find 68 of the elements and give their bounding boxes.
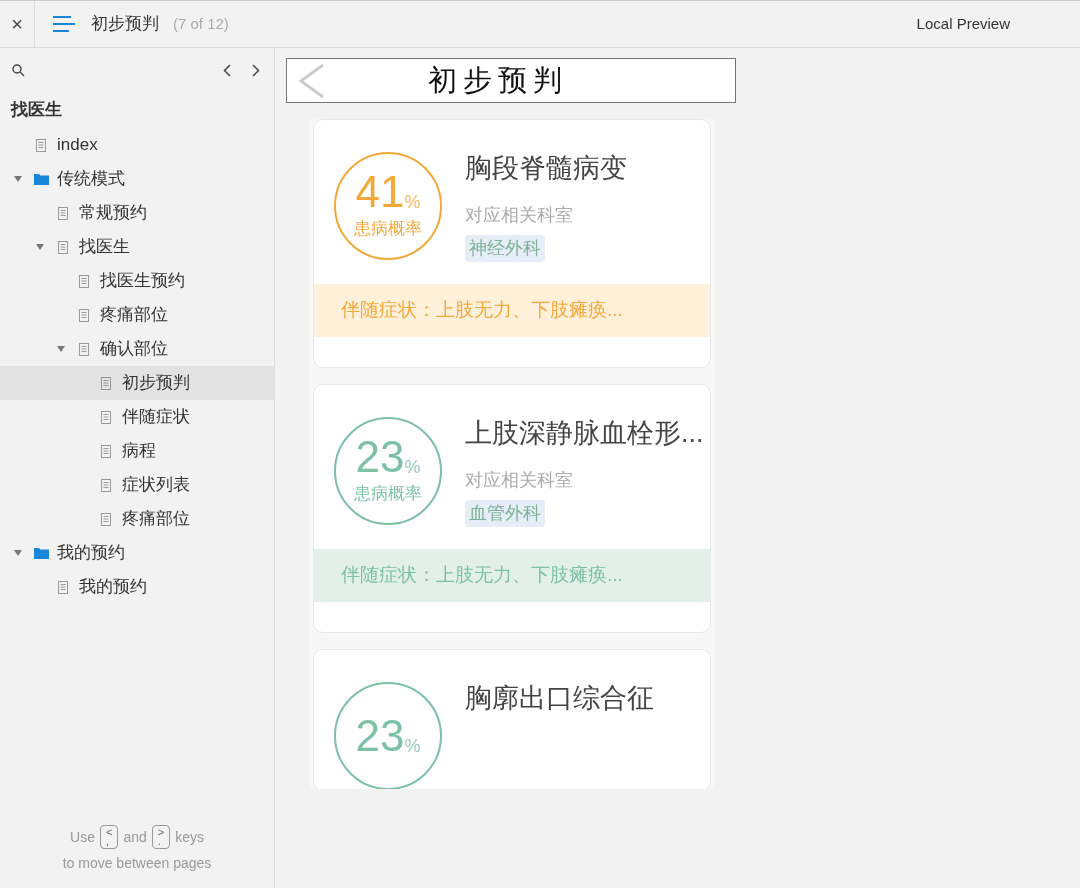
key-cap: < , xyxy=(99,825,119,849)
folder-icon xyxy=(33,173,49,185)
symptoms-bar: 伴随症状：上肢无力、下肢瘫痪... xyxy=(314,284,710,337)
department-label: 对应相关科室 xyxy=(465,469,573,492)
sidebar-item[interactable]: 找医生预约 xyxy=(0,264,274,298)
document-icon xyxy=(100,410,111,424)
hint-text: and xyxy=(123,827,147,847)
document-icon xyxy=(57,206,68,220)
probability-value: 23 xyxy=(355,714,405,758)
probability-value: 23 xyxy=(355,435,405,480)
caret-icon[interactable] xyxy=(14,550,22,556)
document-icon xyxy=(100,376,111,390)
department-label: 对应相关科室 xyxy=(465,204,573,227)
header-title: 初步预判 xyxy=(428,62,568,98)
sidebar-heading: 找医生 xyxy=(9,99,63,122)
page-counter: (7 of 12) xyxy=(173,13,229,34)
search-icon[interactable] xyxy=(12,63,25,77)
percent-sign: % xyxy=(404,456,421,480)
hint-text: keys xyxy=(175,827,204,847)
diagnosis-card[interactable]: 41% 患病概率 胸段脊髓病变 对应相关科室 神经外科 伴随症状：上肢无力、下肢瘫痪... xyxy=(313,119,711,368)
document-icon xyxy=(100,512,111,526)
preview-label: Local Preview xyxy=(916,13,1010,34)
document-icon xyxy=(57,580,68,594)
document-icon xyxy=(79,342,89,356)
symptoms-bar: 伴随症状：上肢无力、下肢瘫痪... xyxy=(314,549,710,602)
caret-icon[interactable] xyxy=(14,176,22,182)
sidebar-item[interactable]: 我的预约 xyxy=(0,536,274,570)
document-icon xyxy=(100,444,111,458)
department-tag: 血管外科 xyxy=(465,500,545,527)
caret-icon[interactable] xyxy=(35,244,44,250)
probability-label: 患病概率 xyxy=(354,218,422,241)
sidebar-item[interactable]: 找医生 xyxy=(0,230,274,264)
page-title: 初步预判 xyxy=(91,13,159,36)
sidebar-item[interactable]: 确认部位 xyxy=(0,332,274,366)
sidebar-item[interactable]: 病程 xyxy=(0,434,274,468)
sidebar-item[interactable]: 症状列表 xyxy=(0,468,274,502)
disease-title: 上肢深静脉血栓形... xyxy=(465,417,704,450)
document-icon xyxy=(79,308,89,322)
sidebar-item[interactable]: 疼痛部位 xyxy=(0,502,274,536)
document-icon xyxy=(36,138,46,152)
document-icon xyxy=(57,240,68,254)
probability-value: 41 xyxy=(355,170,405,215)
hint-text: to move between pages xyxy=(62,854,212,873)
percent-sign: % xyxy=(404,191,421,215)
key-cap: > . xyxy=(151,825,171,849)
chevron-right-icon[interactable] xyxy=(252,63,260,77)
document-icon xyxy=(79,274,89,288)
disease-title: 胸廓出口综合征 xyxy=(465,682,654,715)
folder-icon xyxy=(33,547,49,559)
probability-label: 患病概率 xyxy=(354,483,422,506)
disease-title: 胸段脊髓病变 xyxy=(465,152,627,185)
sidebar-item[interactable]: 疼痛部位 xyxy=(0,298,274,332)
sidebar-item[interactable]: 常规预约 xyxy=(0,196,274,230)
menu-icon[interactable] xyxy=(53,16,75,32)
hint-text: Use xyxy=(70,827,95,847)
diagnosis-card[interactable]: 23% 患病概率 上肢深静脉血栓形... 对应相关科室 血管外科 伴随症状：上肢无力、下肢瘫痪... xyxy=(313,384,711,633)
close-button[interactable]: × xyxy=(0,1,35,47)
sidebar-item[interactable]: 我的预约 xyxy=(0,570,274,604)
sidebar-item[interactable]: 伴随症状 xyxy=(0,400,274,434)
caret-icon[interactable] xyxy=(57,346,65,352)
department-tag: 神经外科 xyxy=(465,235,545,262)
percent-sign: % xyxy=(404,735,421,758)
sidebar-item[interactable]: 传统模式 xyxy=(0,162,274,196)
document-icon xyxy=(100,478,111,492)
chevron-left-icon[interactable] xyxy=(223,63,231,77)
sidebar-item[interactable]: index xyxy=(0,128,274,162)
diagnosis-card[interactable]: 23% 胸廓出口综合征 xyxy=(313,649,711,789)
sidebar-item[interactable]: 初步预判 xyxy=(0,366,274,400)
